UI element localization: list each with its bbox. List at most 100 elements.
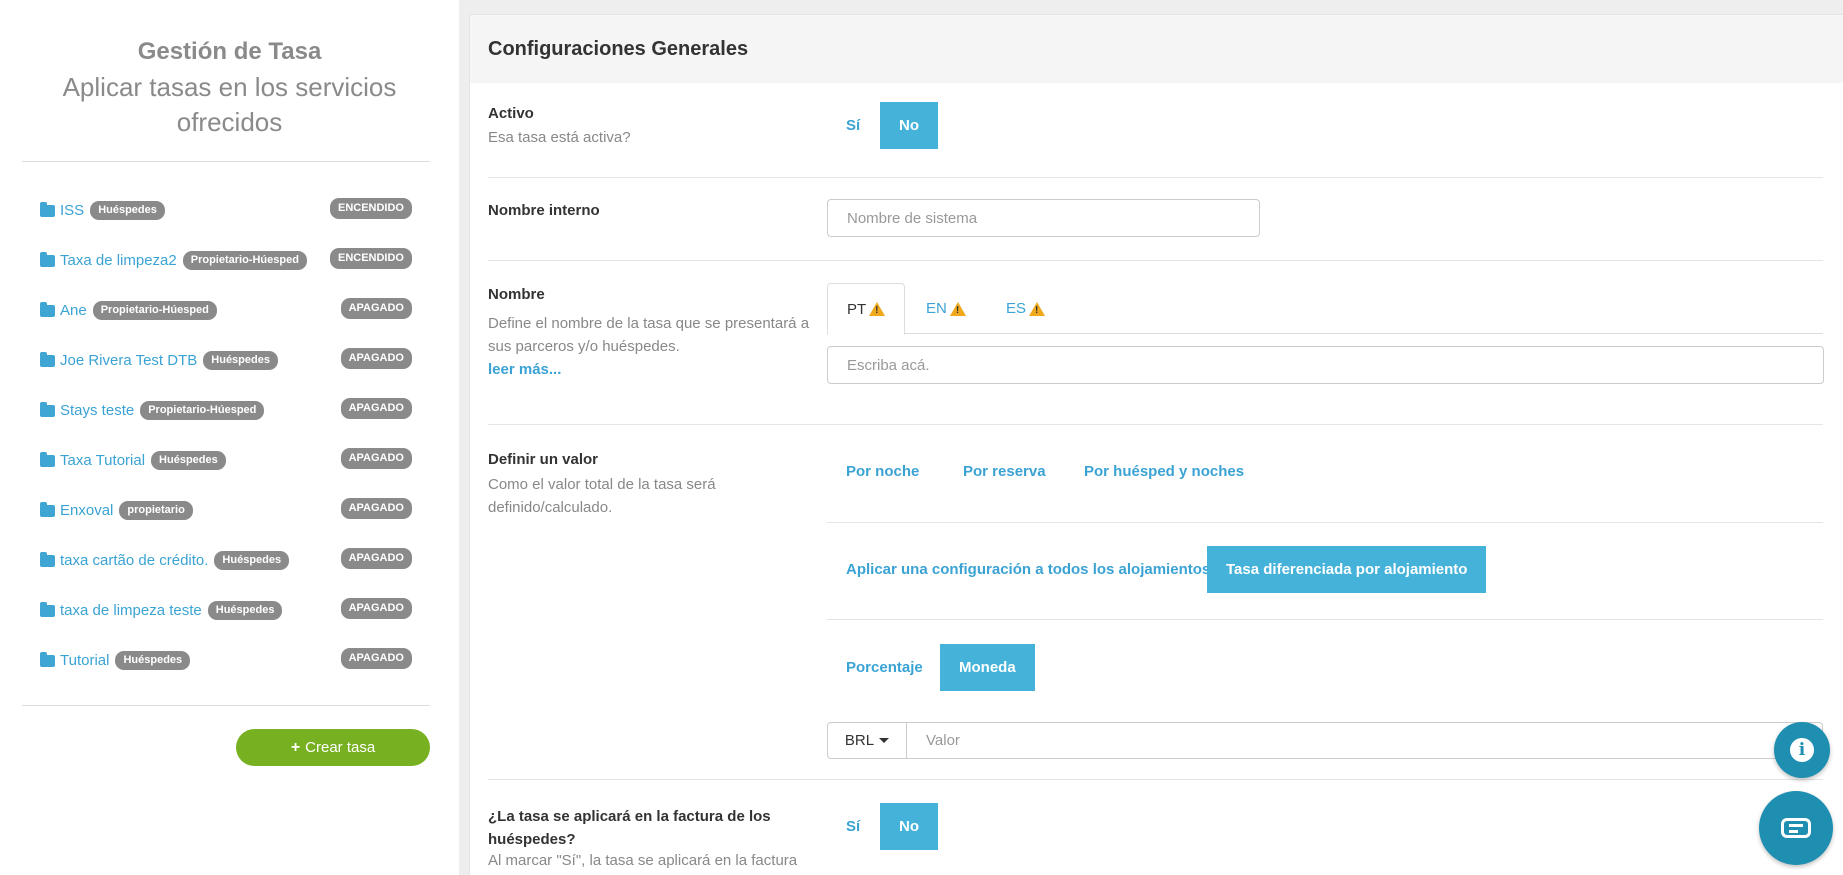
divider bbox=[827, 619, 1823, 620]
active-desc: Esa tasa está activa? bbox=[488, 129, 631, 146]
rate-state-badge: APAGADO bbox=[340, 598, 412, 619]
sidebar-title: Gestión de Tasa bbox=[137, 38, 322, 65]
rate-name[interactable]: Taxa Tutorial bbox=[60, 452, 145, 469]
divider bbox=[488, 260, 1823, 261]
rate-name[interactable]: ISS bbox=[60, 202, 84, 219]
value-input[interactable]: Valor bbox=[906, 722, 1823, 759]
rate-state-badge: APAGADO bbox=[340, 298, 412, 319]
rate-state-badge: ENCENDIDO bbox=[329, 248, 412, 269]
rate-tag-badge: Huéspedes bbox=[115, 651, 191, 670]
folder-icon bbox=[40, 201, 55, 217]
tab-es-label: ES bbox=[1006, 300, 1027, 317]
rate-state-badge: ENCENDIDO bbox=[329, 198, 412, 219]
divider bbox=[488, 424, 1823, 425]
info-button[interactable]: i bbox=[1774, 722, 1830, 778]
chat-button[interactable] bbox=[1759, 791, 1833, 865]
name-desc-text: Define el nombre de la tasa que se prese… bbox=[488, 315, 810, 355]
tab-es[interactable]: ES bbox=[987, 283, 1064, 334]
read-more-link[interactable]: leer más... bbox=[488, 361, 561, 378]
rate-tag-badge: Huéspedes bbox=[207, 601, 283, 620]
rate-state-badge: APAGADO bbox=[340, 398, 412, 419]
currency-value: BRL bbox=[844, 732, 875, 749]
divider bbox=[827, 522, 1823, 523]
sidebar-subtitle: Aplicar tasas en los servicios ofrecidos bbox=[62, 72, 397, 137]
mode-per-guest-nights-button[interactable]: Por huésped y noches bbox=[1065, 448, 1263, 495]
rate-tag-badge: Propietario-Húesped bbox=[92, 301, 217, 320]
sidebar-header: Gestión de Tasa Aplicar tasas en los ser… bbox=[0, 0, 459, 140]
rate-name[interactable]: Stays teste bbox=[60, 402, 134, 419]
rate-item-taxa-tutorial[interactable]: Taxa Tutorial Huéspedes APAGADO bbox=[40, 448, 412, 472]
name-input[interactable]: Escriba acá. bbox=[827, 346, 1824, 384]
warning-icon bbox=[1029, 301, 1046, 316]
invoice-yes-button[interactable]: Sí bbox=[827, 803, 879, 850]
type-currency-button[interactable]: Moneda bbox=[940, 644, 1035, 691]
caret-down-icon bbox=[879, 738, 890, 743]
folder-icon bbox=[40, 651, 55, 667]
rate-tag-badge: Propietario-Húesped bbox=[140, 401, 265, 420]
tab-pt[interactable]: PT bbox=[827, 283, 906, 335]
value-label: Definir un valor bbox=[488, 451, 599, 468]
folder-icon bbox=[40, 451, 55, 467]
chat-icon bbox=[1781, 818, 1811, 838]
invoice-label: ¿La tasa se aplicará en la factura de lo… bbox=[488, 808, 771, 848]
scope-per-listing-button[interactable]: Tasa diferenciada por alojamiento bbox=[1207, 546, 1487, 593]
folder-icon bbox=[40, 601, 55, 617]
tab-pt-label: PT bbox=[847, 300, 867, 318]
tab-en[interactable]: EN bbox=[907, 283, 985, 334]
folder-icon bbox=[40, 251, 55, 267]
rate-name[interactable]: taxa cartão de crédito. bbox=[60, 552, 208, 569]
rate-name[interactable]: Taxa de limpeza2 bbox=[60, 252, 177, 269]
rate-name[interactable]: Joe Rivera Test DTB bbox=[60, 352, 197, 369]
invoice-no-button[interactable]: No bbox=[880, 803, 938, 850]
type-percentage-button[interactable]: Porcentaje bbox=[827, 644, 942, 691]
rate-item-joe-rivera-test-dtb[interactable]: Joe Rivera Test DTB Huéspedes APAGADO bbox=[40, 348, 412, 372]
rate-name[interactable]: Ane bbox=[60, 302, 87, 319]
rate-item-taxa-de-limpeza-teste[interactable]: taxa de limpeza teste Huéspedes APAGADO bbox=[40, 598, 412, 622]
internal-name-label: Nombre interno bbox=[488, 202, 600, 219]
rate-tag-badge: propietario bbox=[119, 501, 193, 520]
rate-name[interactable]: Tutorial bbox=[60, 652, 109, 669]
tab-en-label: EN bbox=[926, 300, 947, 317]
warning-icon bbox=[949, 301, 966, 316]
info-icon: i bbox=[1790, 738, 1814, 762]
rate-item-taxa-de-limpeza2[interactable]: Taxa de limpeza2 Propietario-Húesped ENCE… bbox=[40, 248, 412, 272]
value-desc: Como el valor total de la tasa será defi… bbox=[488, 476, 716, 516]
rate-tag-badge: Propietario-Húesped bbox=[182, 251, 307, 270]
rate-state-badge: APAGADO bbox=[340, 498, 412, 519]
rate-item-taxa-cartao-de-credito[interactable]: taxa cartão de crédito. Huéspedes APAGADO bbox=[40, 548, 412, 572]
create-rate-label: Crear tasa bbox=[305, 739, 376, 756]
create-rate-button[interactable]: + Crear tasa bbox=[236, 729, 430, 766]
folder-icon bbox=[40, 501, 55, 517]
active-no-button[interactable]: No bbox=[880, 102, 938, 149]
warning-icon bbox=[869, 302, 886, 316]
rate-state-badge: APAGADO bbox=[340, 548, 412, 569]
folder-icon bbox=[40, 401, 55, 417]
rate-item-tutorial[interactable]: Tutorial Huéspedes APAGADO bbox=[40, 648, 412, 672]
language-tabs: PT EN ES bbox=[827, 283, 1823, 335]
rate-item-ane[interactable]: Ane Propietario-Húesped APAGADO bbox=[40, 298, 412, 322]
name-label: Nombre bbox=[488, 286, 545, 303]
rate-item-enxoval[interactable]: Enxoval propietario APAGADO bbox=[40, 498, 412, 522]
rate-item-iss[interactable]: ISS Huéspedes ENCENDIDO bbox=[40, 198, 412, 222]
rate-state-badge: APAGADO bbox=[340, 648, 412, 669]
mode-per-night-button[interactable]: Por noche bbox=[827, 448, 938, 495]
active-yes-button[interactable]: Sí bbox=[827, 102, 879, 149]
rate-item-stays-teste[interactable]: Stays teste Propietario-Húesped APAGADO bbox=[40, 398, 412, 422]
folder-icon bbox=[40, 351, 55, 367]
rate-state-badge: APAGADO bbox=[340, 348, 412, 369]
rate-tag-badge: Huéspedes bbox=[151, 451, 226, 470]
divider bbox=[22, 161, 430, 162]
currency-select[interactable]: BRL bbox=[827, 722, 907, 759]
mode-per-booking-button[interactable]: Por reserva bbox=[944, 448, 1065, 495]
rates-sidebar: Gestión de Tasa Aplicar tasas en los ser… bbox=[0, 0, 459, 875]
active-label: Activo bbox=[488, 105, 534, 122]
rate-name[interactable]: Enxoval bbox=[60, 502, 113, 519]
rate-name[interactable]: taxa de limpeza teste bbox=[60, 602, 202, 619]
rate-tag-badge: Huéspedes bbox=[214, 551, 290, 570]
rate-tag-badge: Huéspedes bbox=[203, 351, 278, 370]
scope-all-button[interactable]: Aplicar una configuración a todos los al… bbox=[827, 546, 1229, 593]
plus-icon: + bbox=[290, 738, 301, 756]
internal-name-input[interactable]: Nombre de sistema bbox=[827, 199, 1260, 237]
rate-tag-badge: Huéspedes bbox=[90, 201, 165, 220]
folder-icon bbox=[40, 551, 55, 567]
